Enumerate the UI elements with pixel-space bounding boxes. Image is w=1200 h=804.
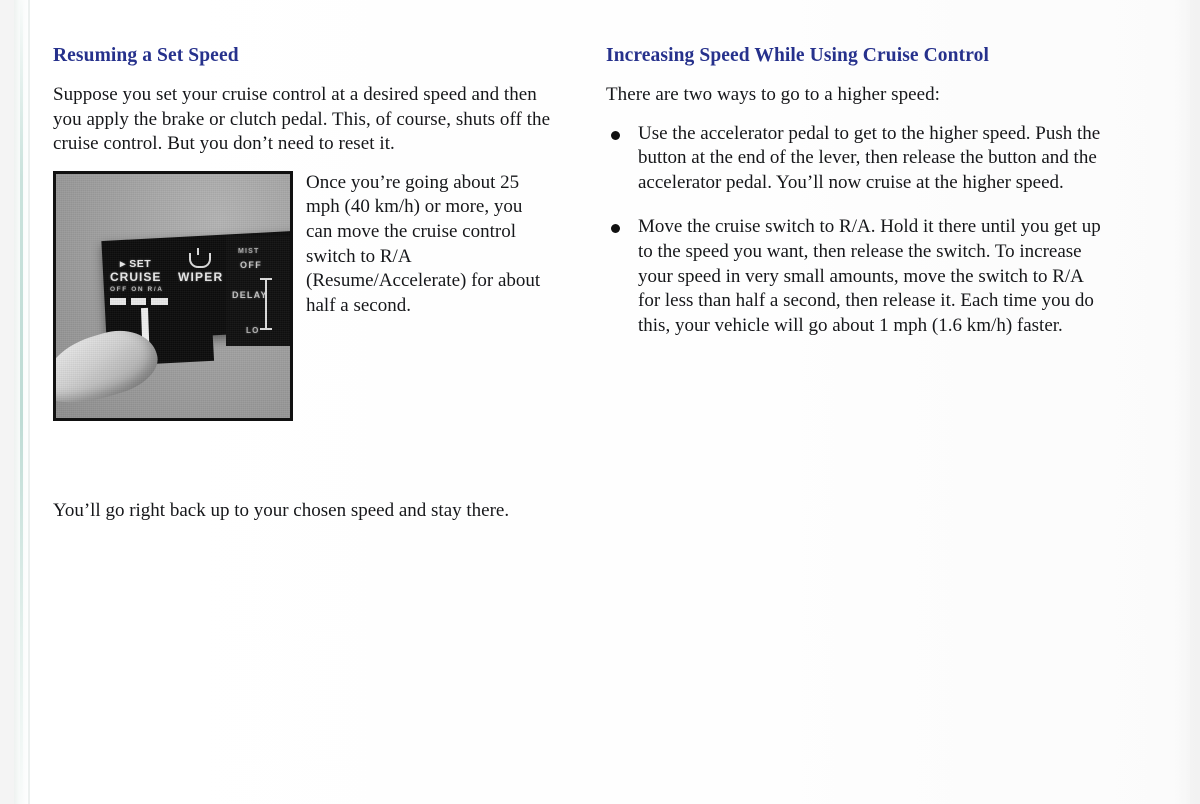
list-item: Use the accelerator pedal to get to the … xyxy=(606,122,1106,196)
left-column-heading: Resuming a Set Speed xyxy=(53,45,239,66)
left-column-intro-paragraph: Suppose you set your cruise control at a… xyxy=(53,84,551,155)
figure-with-caption: ▸ SET CRUISE OFF ON R/A WIPER MIST OFF D… xyxy=(53,170,553,421)
document-page: Resuming a Set Speed Suppose you set you… xyxy=(0,0,1200,804)
bullet-dot-icon xyxy=(611,130,620,140)
list-item-text: Move the cruise switch to R/A. Hold it t… xyxy=(638,216,1101,336)
figure-caption: Once you’re going about 25 mph (40 km/h)… xyxy=(306,171,541,316)
list-item: Move the cruise switch to R/A. Hold it t… xyxy=(606,215,1106,338)
right-column-intro-paragraph: There are two ways to go to a higher spe… xyxy=(606,84,941,105)
left-column: Resuming a Set Speed Suppose you set you… xyxy=(53,45,553,421)
left-column-closing-paragraph: You’ll go right back up to your chosen s… xyxy=(53,500,510,521)
page-footer: 2-40 Information Provided by: DEALER E-P… xyxy=(0,714,1200,804)
right-column: Increasing Speed While Using Cruise Cont… xyxy=(606,45,1106,358)
page-content: Resuming a Set Speed Suppose you set you… xyxy=(0,0,1200,804)
higher-speed-methods-list: Use the accelerator pedal to get to the … xyxy=(606,122,1106,339)
list-item-text: Use the accelerator pedal to get to the … xyxy=(638,122,1101,193)
right-column-heading: Increasing Speed While Using Cruise Cont… xyxy=(606,45,989,66)
photo-film-grain xyxy=(56,173,290,418)
bullet-dot-icon xyxy=(611,224,620,234)
cruise-control-lever-photo: ▸ SET CRUISE OFF ON R/A WIPER MIST OFF D… xyxy=(53,170,293,421)
